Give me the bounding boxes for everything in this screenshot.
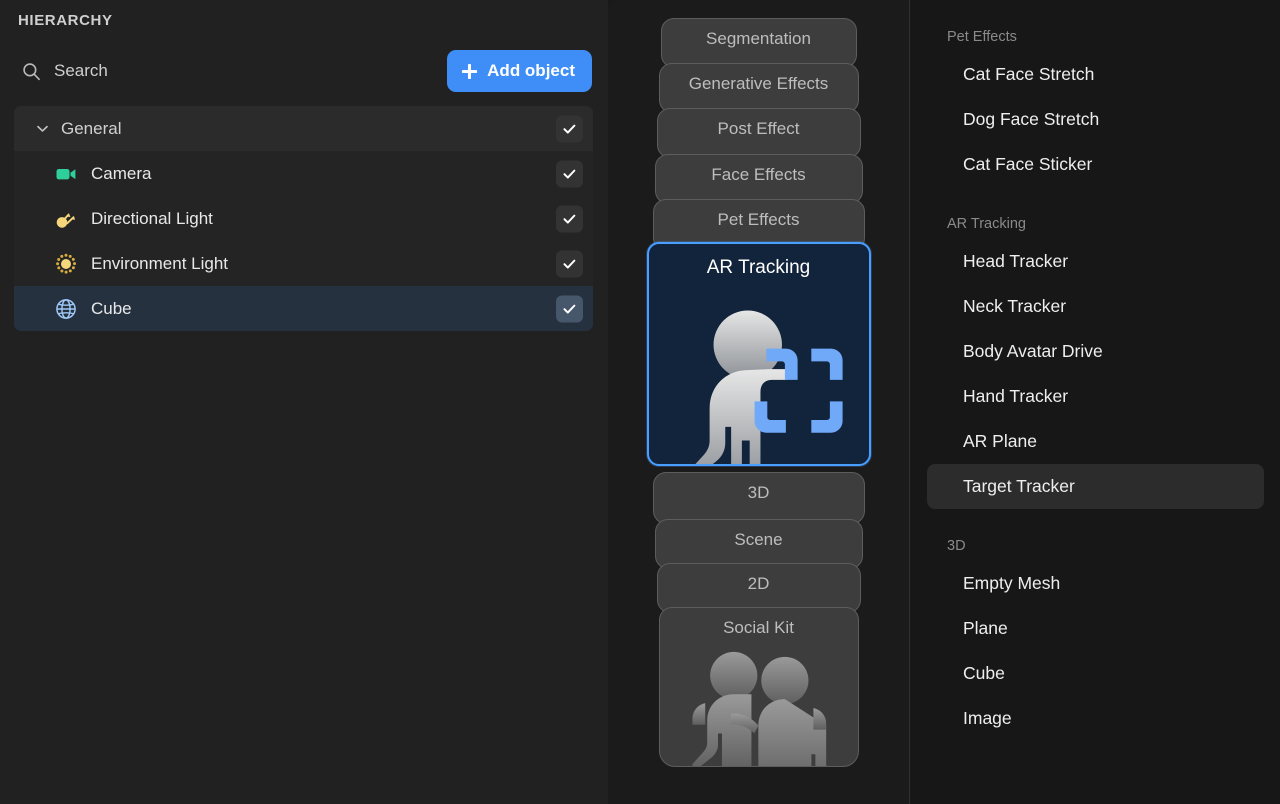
chevron-down-icon[interactable]	[35, 121, 50, 136]
list-item[interactable]: Cat Face Sticker	[927, 142, 1264, 187]
category-card-segmentation[interactable]: Segmentation	[661, 18, 857, 68]
list-item[interactable]: Empty Mesh	[927, 561, 1264, 606]
add-object-label: Add object	[487, 61, 575, 81]
tree-row-cube[interactable]: Cube	[14, 286, 593, 331]
category-card-scene[interactable]: Scene	[655, 519, 863, 569]
list-item-target-tracker[interactable]: Target Tracker	[927, 464, 1264, 509]
list-group-header-pet-effects: Pet Effects	[911, 22, 1280, 52]
list-item[interactable]: Image	[927, 696, 1264, 741]
category-card-label: Social Kit	[660, 608, 858, 638]
category-card-label: AR Tracking	[649, 244, 869, 279]
category-card-label: Pet Effects	[654, 200, 864, 230]
list-item[interactable]: Cat Face Stretch	[927, 52, 1264, 97]
list-item[interactable]: Cube	[927, 651, 1264, 696]
directional-light-icon	[54, 207, 78, 231]
tree-row-general[interactable]: General	[14, 106, 593, 151]
list-item[interactable]: Dog Face Stretch	[927, 97, 1264, 142]
list-item[interactable]: AR Plane	[927, 419, 1264, 464]
category-card-label: Segmentation	[662, 19, 856, 49]
check-icon	[562, 301, 577, 316]
environment-light-icon	[54, 252, 78, 276]
editor-window: HIERARCHY Add object	[0, 0, 1280, 804]
category-card-face-effects[interactable]: Face Effects	[655, 154, 863, 204]
tree-row-label: Camera	[91, 164, 151, 184]
tree-row-environment-light[interactable]: Environment Light	[14, 241, 593, 286]
list-item[interactable]: Body Avatar Drive	[927, 329, 1264, 374]
tree-row-camera[interactable]: Camera	[14, 151, 593, 196]
list-top-spacer	[911, 0, 1280, 22]
category-card-social-kit[interactable]: Social Kit	[659, 607, 859, 767]
check-icon	[562, 211, 577, 226]
visibility-checkbox-environment-light[interactable]	[556, 250, 583, 277]
hierarchy-panel: HIERARCHY Add object	[0, 0, 608, 804]
visibility-checkbox-camera[interactable]	[556, 160, 583, 187]
list-group-spacer	[911, 187, 1280, 209]
check-icon	[562, 121, 577, 136]
check-icon	[562, 256, 577, 271]
cube-globe-icon	[54, 297, 78, 321]
category-card-label: 2D	[658, 564, 860, 594]
tree-row-directional-light[interactable]: Directional Light	[14, 196, 593, 241]
visibility-checkbox-directional-light[interactable]	[556, 205, 583, 232]
category-card-2d[interactable]: 2D	[657, 563, 861, 613]
list-item[interactable]: Plane	[927, 606, 1264, 651]
list-group-spacer	[911, 509, 1280, 531]
category-card-label: Scene	[656, 520, 862, 550]
category-card-label: Face Effects	[656, 155, 862, 185]
check-icon	[562, 166, 577, 181]
camera-icon	[54, 162, 78, 186]
two-people-icon	[660, 648, 857, 766]
list-group-header-3d: 3D	[911, 531, 1280, 561]
tree-row-label: Cube	[91, 299, 132, 319]
page-title: HIERARCHY	[18, 12, 113, 29]
plus-icon	[461, 63, 478, 80]
category-card-label: Post Effect	[658, 109, 860, 139]
list-group-header-ar-tracking: AR Tracking	[911, 209, 1280, 239]
person-with-tracking-frame-icon	[649, 288, 868, 464]
hierarchy-tree: General Camera	[14, 106, 593, 331]
search-input[interactable]	[54, 61, 354, 81]
list-item[interactable]: Hand Tracker	[927, 374, 1264, 419]
tree-row-label: General	[61, 119, 121, 139]
category-card-stack: Segmentation Generative Effects Post Eff…	[608, 0, 910, 804]
object-list-panel: Pet Effects Cat Face Stretch Dog Face St…	[911, 0, 1280, 804]
category-card-label: Generative Effects	[660, 64, 858, 94]
category-card-post-effect[interactable]: Post Effect	[657, 108, 861, 158]
visibility-checkbox-cube[interactable]	[556, 295, 583, 322]
category-card-3d[interactable]: 3D	[653, 472, 865, 524]
visibility-checkbox-general[interactable]	[556, 115, 583, 142]
add-object-button[interactable]: Add object	[447, 50, 592, 92]
category-card-label: 3D	[654, 473, 864, 503]
list-item[interactable]: Head Tracker	[927, 239, 1264, 284]
search-icon	[22, 62, 41, 81]
category-card-generative-effects[interactable]: Generative Effects	[659, 63, 859, 113]
category-card-ar-tracking[interactable]: AR Tracking	[647, 242, 871, 466]
tree-row-label: Environment Light	[91, 254, 228, 274]
tree-row-label: Directional Light	[91, 209, 213, 229]
list-item[interactable]: Neck Tracker	[927, 284, 1264, 329]
